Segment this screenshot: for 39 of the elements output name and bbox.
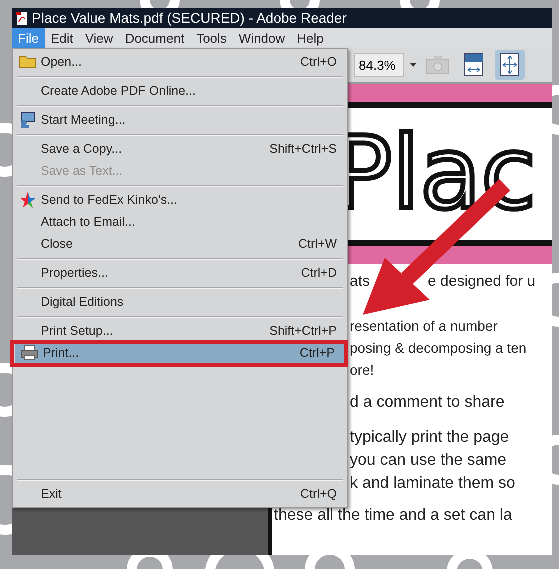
star-icon bbox=[19, 191, 37, 209]
document-text: posing & decomposing a ten bbox=[350, 339, 527, 358]
menu-item[interactable]: Properties... Ctrl+D bbox=[13, 262, 347, 284]
dropdown-caret-icon[interactable] bbox=[410, 63, 417, 67]
menu-item[interactable]: Create Adobe PDF Online... bbox=[13, 80, 347, 102]
menu-bar-item[interactable]: View bbox=[79, 28, 120, 48]
printer-icon bbox=[21, 345, 39, 361]
menu-item[interactable]: Save a Copy... Shift+Ctrl+S bbox=[13, 138, 347, 160]
fit-width-icon bbox=[464, 53, 484, 77]
document-text: ore! bbox=[350, 361, 374, 380]
document-text: k and laminate them so bbox=[350, 474, 516, 494]
menu-bar-item[interactable]: Edit bbox=[44, 28, 80, 48]
document-text: resentation of a number bbox=[350, 317, 498, 336]
menu-bar-item[interactable]: Tools bbox=[190, 28, 233, 48]
menu-item[interactable]: Send to FedEx Kinko's... bbox=[13, 189, 347, 211]
window-title: Place Value Mats.pdf (SECURED) - Adobe Reader bbox=[32, 10, 347, 26]
menu-bar-item[interactable]: Window bbox=[232, 28, 292, 48]
document-text: d a comment to share bbox=[350, 393, 505, 413]
menu-item[interactable]: Digital Editions bbox=[13, 291, 347, 313]
fit-page-icon bbox=[500, 53, 520, 77]
pdf-document-icon bbox=[16, 10, 28, 26]
folder-icon bbox=[19, 55, 37, 69]
menu-item[interactable]: Print Setup... Shift+Ctrl+P bbox=[13, 320, 347, 342]
menu-bar-item[interactable]: Document bbox=[119, 28, 191, 48]
menu-item[interactable]: Start Meeting... bbox=[13, 109, 347, 131]
menu-bar-item[interactable]: Help bbox=[291, 28, 330, 48]
document-text: e designed for u bbox=[428, 272, 536, 292]
document-text: ats bbox=[350, 272, 370, 292]
document-text: these all the time and a set can la bbox=[274, 506, 512, 526]
document-text: you can use the same bbox=[350, 451, 507, 471]
menu-item[interactable]: Close Ctrl+W bbox=[13, 233, 347, 255]
meeting-icon bbox=[19, 112, 37, 128]
fit-page-button[interactable] bbox=[495, 50, 525, 80]
menu-item[interactable]: Open... Ctrl+O bbox=[13, 51, 347, 73]
menu-item[interactable]: Attach to Email... bbox=[13, 211, 347, 233]
menu-item[interactable]: Exit Ctrl+Q bbox=[13, 483, 347, 505]
document-text: typically print the page bbox=[350, 428, 510, 448]
zoom-field[interactable]: 84.3% bbox=[354, 53, 404, 77]
camera-icon bbox=[426, 55, 450, 75]
